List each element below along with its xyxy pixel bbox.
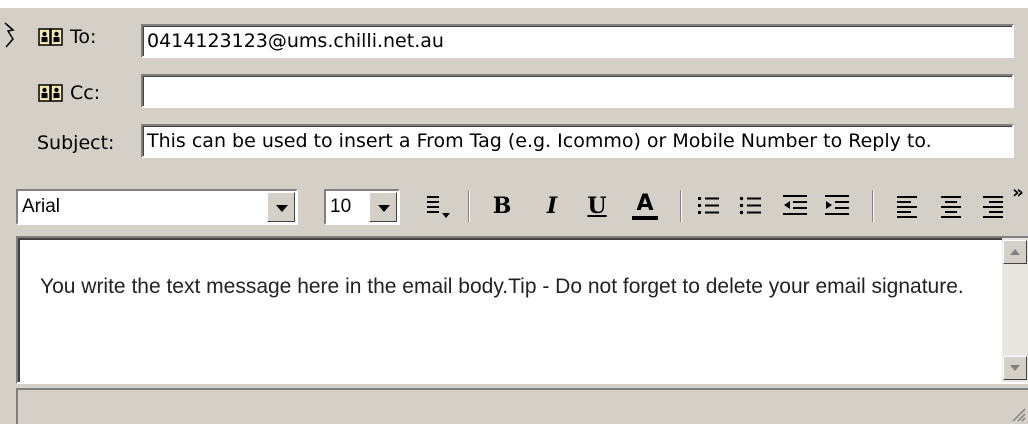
cc-address-book-button[interactable]: Cc: (38, 82, 100, 104)
underline-button[interactable]: U (582, 190, 612, 222)
subject-row: Subject: This can be used to insert a Fr… (0, 124, 1028, 162)
toolbar-separator (468, 190, 470, 222)
vertical-scrollbar[interactable] (1002, 238, 1028, 382)
align-right-icon (983, 196, 1003, 218)
bullet-list-button[interactable] (736, 190, 766, 222)
align-center-icon (941, 196, 961, 218)
toolbar-separator (680, 190, 682, 222)
to-field[interactable]: 0414123123@ums.chilli.net.au (141, 24, 1014, 58)
cc-label: Cc: (70, 82, 101, 104)
font-size-value: 10 (330, 196, 352, 217)
address-book-icon (38, 28, 63, 46)
style-icon (427, 196, 450, 218)
cc-row: Cc: (0, 74, 1028, 112)
address-book-icon (38, 84, 63, 102)
bold-button[interactable]: B (487, 190, 517, 222)
align-center-button[interactable] (936, 190, 966, 222)
font-size-dropdown-button[interactable] (369, 192, 397, 222)
align-right-button[interactable] (980, 190, 1004, 222)
font-name-value: Arial (22, 196, 61, 217)
formatting-toolbar: Arial 10 B I U A » (0, 178, 1028, 234)
font-color-icon: A (636, 190, 654, 216)
toolbar-overflow-icon: » (1012, 181, 1024, 203)
underline-icon: U (587, 193, 607, 219)
bullet-list-icon (739, 196, 761, 215)
to-row: To: 0414123123@ums.chilli.net.au (0, 18, 1028, 58)
status-bar (16, 388, 1028, 424)
to-address-book-button[interactable]: To: (38, 26, 96, 48)
to-label: To: (70, 26, 97, 48)
align-left-icon (897, 196, 917, 218)
increase-indent-button[interactable] (822, 190, 852, 222)
italic-button[interactable]: I (537, 190, 567, 222)
paragraph-style-button[interactable] (420, 190, 454, 222)
decrease-indent-icon (783, 195, 807, 215)
subject-field[interactable]: This can be used to insert a From Tag (e… (141, 124, 1014, 158)
bold-icon: B (492, 193, 512, 219)
align-left-button[interactable] (892, 190, 922, 222)
font-color-button[interactable]: A (624, 190, 666, 222)
font-size-select[interactable]: 10 (324, 189, 400, 225)
resize-grip-icon[interactable] (1010, 406, 1026, 422)
italic-icon: I (546, 193, 558, 219)
toolbar-separator (872, 190, 874, 222)
numbered-list-icon (698, 197, 719, 214)
window-top-edge (0, 0, 1028, 8)
subject-label: Subject: (37, 132, 115, 154)
cc-field[interactable] (141, 74, 1014, 108)
scroll-down-button[interactable] (1003, 356, 1027, 380)
increase-indent-icon (825, 195, 849, 215)
message-body-text[interactable]: You write the text message here in the e… (40, 272, 970, 301)
toolbar-overflow-button[interactable]: » (1010, 181, 1026, 203)
font-name-select[interactable]: Arial (16, 189, 298, 225)
numbered-list-button[interactable] (694, 190, 724, 222)
decrease-indent-button[interactable] (780, 190, 810, 222)
font-name-dropdown-button[interactable] (267, 192, 295, 222)
scroll-up-button[interactable] (1003, 240, 1027, 264)
message-body-editor[interactable]: You write the text message here in the e… (16, 236, 1028, 384)
font-color-swatch (632, 215, 658, 220)
